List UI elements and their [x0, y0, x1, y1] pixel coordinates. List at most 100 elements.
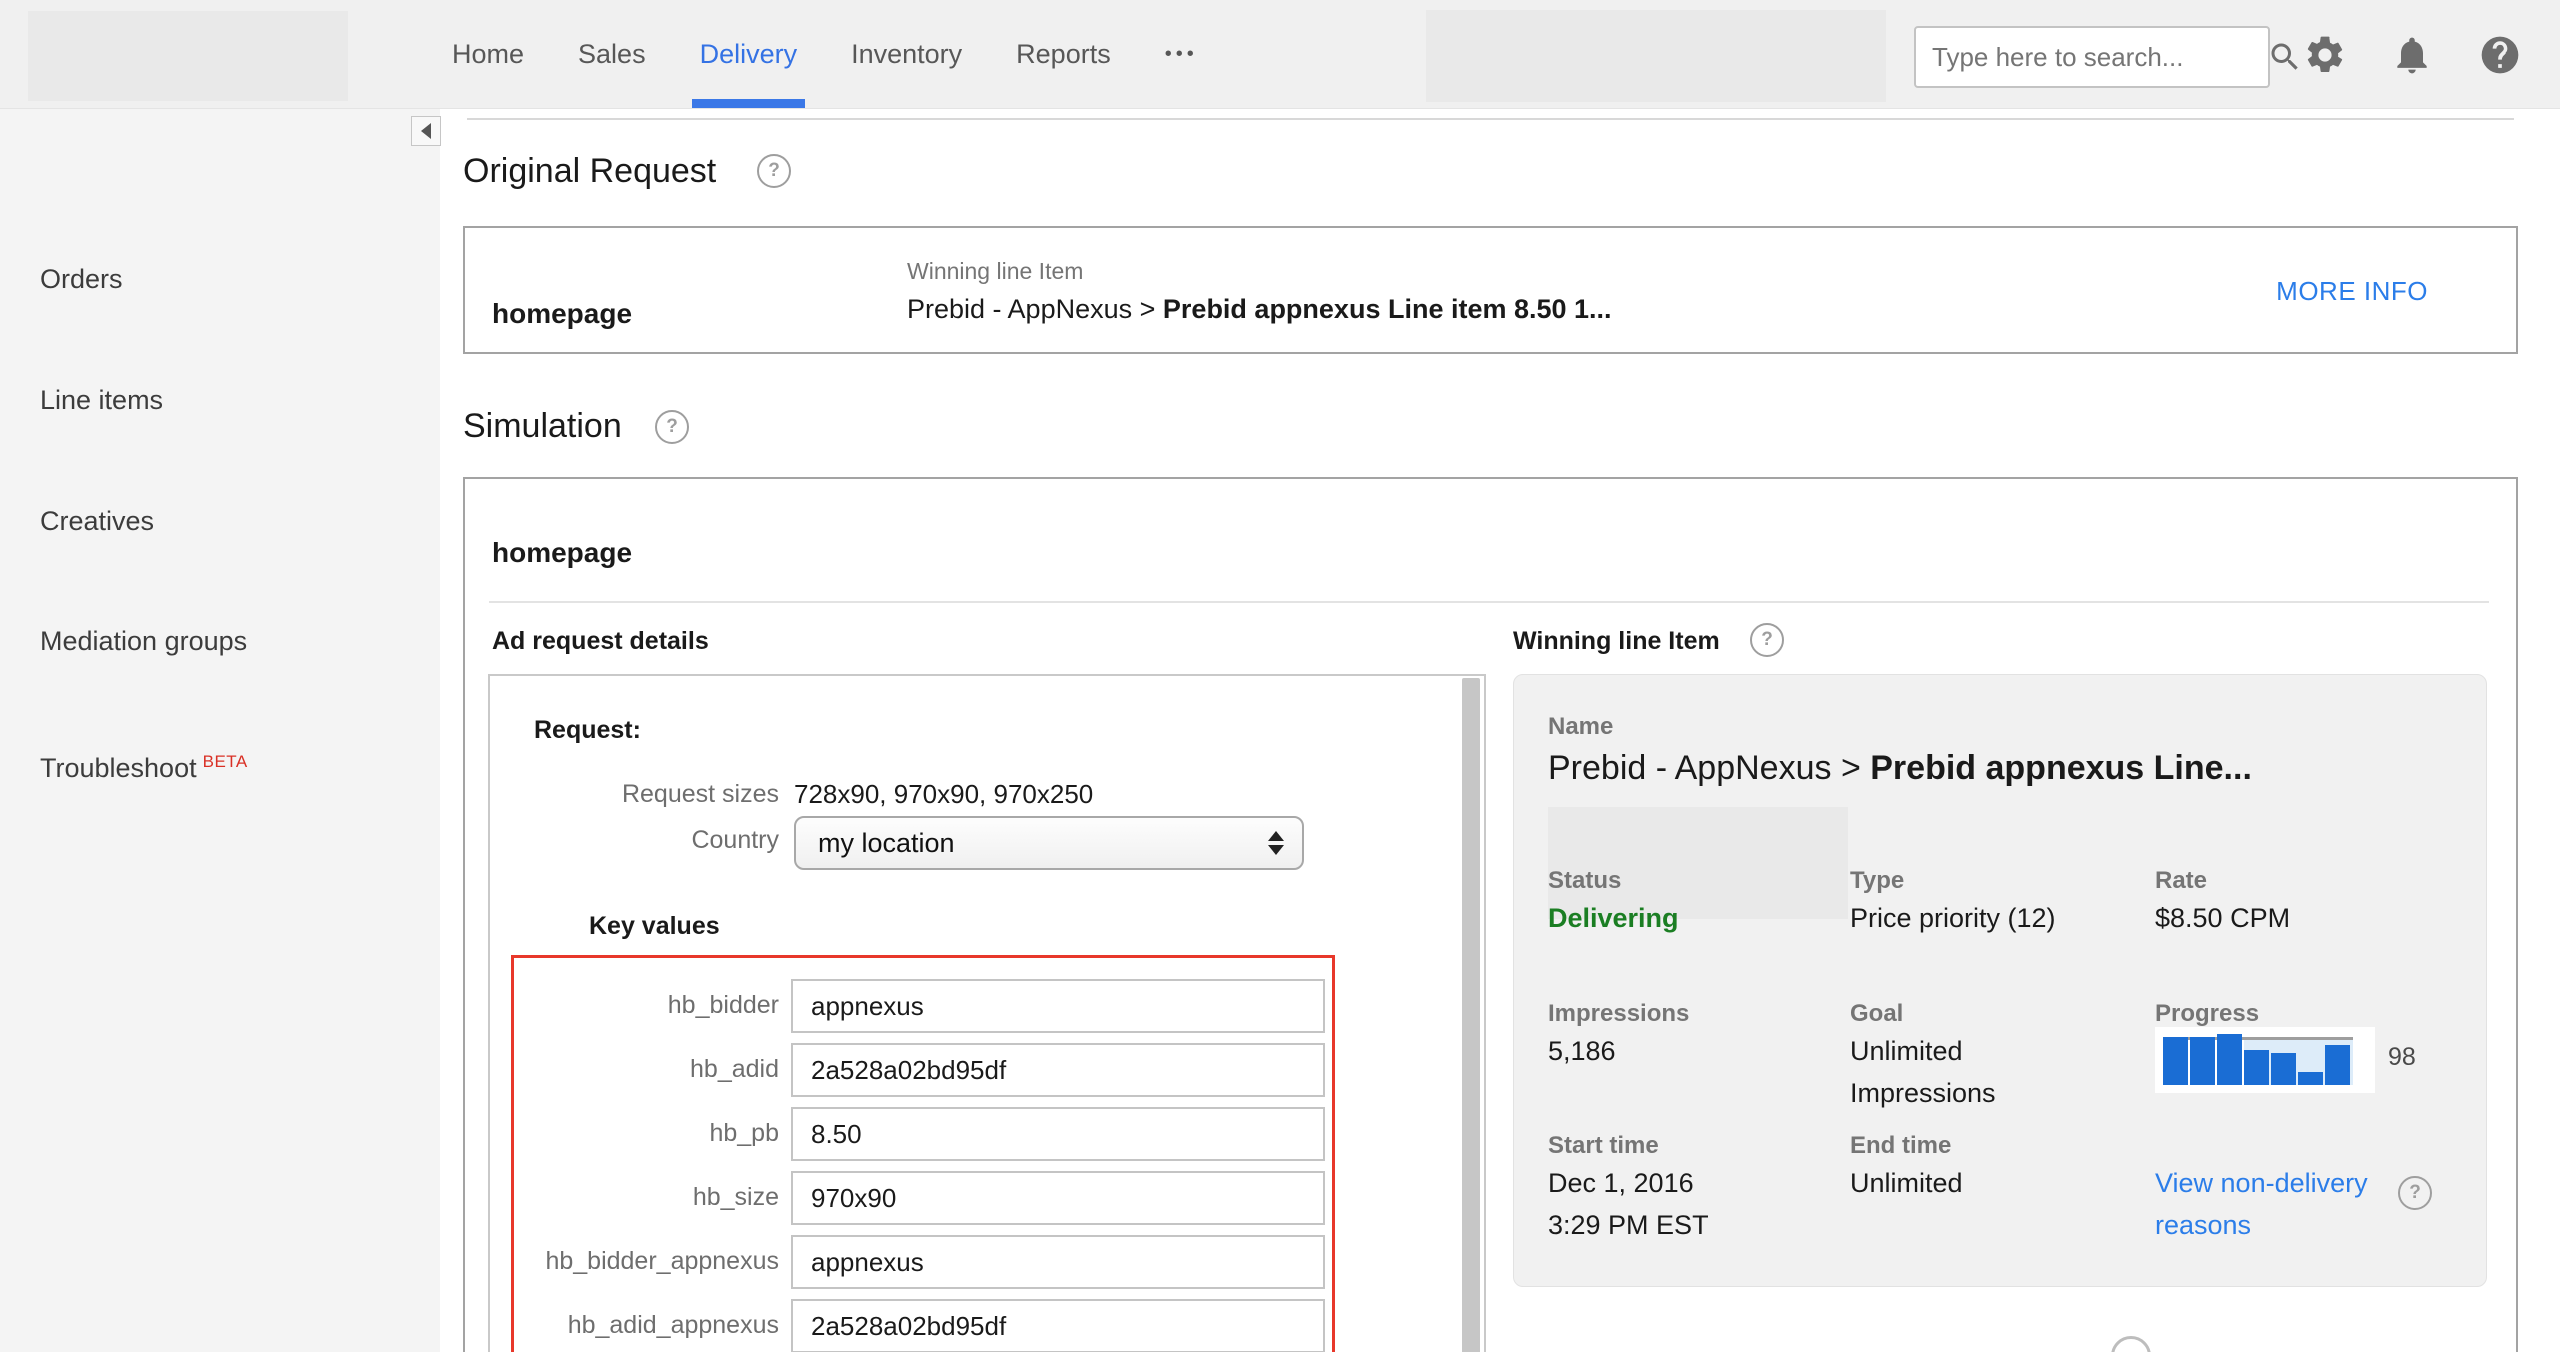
progress-bar-chart	[2155, 1027, 2375, 1093]
ad-request-details-title: Ad request details	[492, 627, 709, 656]
key-value-input[interactable]	[791, 1299, 1325, 1352]
key-values-label: Key values	[589, 912, 720, 941]
more-info-link[interactable]: MORE INFO	[2276, 276, 2428, 307]
country-label: Country	[534, 826, 779, 855]
key-value-input[interactable]	[791, 1107, 1325, 1161]
collapse-left-arrow-icon	[421, 123, 431, 139]
sidebar: Orders Line items Creatives Mediation gr…	[0, 109, 440, 1352]
goal-value: Unlimited Impressions	[1850, 1030, 2050, 1114]
request-sizes-value: 728x90, 970x90, 970x250	[794, 779, 1093, 810]
tab-home[interactable]: Home	[452, 0, 524, 108]
tab-inventory[interactable]: Inventory	[851, 0, 962, 108]
request-sizes-label: Request sizes	[534, 780, 779, 809]
sidebar-item-orders[interactable]: Orders	[40, 264, 123, 295]
key-value-input[interactable]	[791, 1043, 1325, 1097]
content-top-divider	[467, 118, 2514, 120]
impressions-label: Impressions	[1548, 1000, 1689, 1028]
name-bold: Prebid appnexus Line...	[1870, 749, 2252, 787]
simulation-help-icon[interactable]: ?	[655, 410, 689, 444]
winning-name-separator: >	[1132, 294, 1163, 324]
name-label: Name	[1548, 713, 1613, 741]
search-icon[interactable]	[2267, 30, 2303, 84]
winning-line-item-help-icon[interactable]: ?	[1750, 623, 1784, 657]
key-label: hb_size	[523, 1183, 779, 1212]
type-value: Price priority (12)	[1850, 897, 2056, 939]
impressions-value: 5,186	[1548, 1030, 1616, 1072]
request-label: Request:	[534, 716, 641, 745]
winning-line-item-panel: Name Prebid - AppNexus > Prebid appnexus…	[1513, 674, 2487, 1287]
winning-line-item-label: Winning line Item	[907, 258, 1083, 285]
progress-bar	[2325, 1045, 2350, 1085]
ad-unit-name: homepage	[492, 537, 632, 569]
view-non-delivery-reasons-link[interactable]: View non-delivery reasons	[2155, 1162, 2415, 1246]
help-icon[interactable]	[2477, 32, 2523, 78]
progress-bar	[2244, 1050, 2269, 1085]
ad-unit-name: homepage	[492, 298, 632, 330]
progress-bar	[2298, 1072, 2323, 1085]
tab-reports[interactable]: Reports	[1016, 0, 1111, 108]
tab-delivery[interactable]: Delivery	[700, 0, 798, 108]
beta-badge: BETA	[203, 752, 248, 771]
key-label: hb_pb	[523, 1119, 779, 1148]
search-input[interactable]	[1916, 42, 2267, 73]
name-separator: >	[1832, 749, 1871, 787]
key-value-input[interactable]	[791, 979, 1325, 1033]
status-label: Status	[1548, 867, 1621, 895]
winning-name-prefix: Prebid - AppNexus	[907, 294, 1132, 324]
progress-bar	[2217, 1034, 2242, 1085]
sidebar-item-troubleshoot[interactable]: Troubleshoot BETA	[40, 752, 248, 784]
sidebar-item-line-items[interactable]: Line items	[40, 385, 163, 416]
end-time-label: End time	[1850, 1132, 1951, 1160]
start-time-value: Dec 1, 2016 3:29 PM EST	[1548, 1162, 1748, 1246]
sidebar-item-mediation-groups[interactable]: Mediation groups	[40, 626, 247, 657]
original-request-card: homepage Winning line Item Prebid - AppN…	[463, 226, 2518, 354]
simulation-title: Simulation	[463, 407, 622, 446]
key-label: hb_bidder_appnexus	[523, 1247, 779, 1276]
ad-request-details-panel: Request: Request sizes 728x90, 970x90, 9…	[488, 674, 1486, 1352]
type-label: Type	[1850, 867, 1904, 895]
select-updown-icon	[1268, 831, 1284, 855]
original-request-help-icon[interactable]: ?	[757, 154, 791, 188]
winning-line-item-value: Prebid - AppNexus > Prebid appnexus Line…	[907, 294, 1612, 325]
progress-value: 98	[2388, 1043, 2416, 1072]
country-select-value: my location	[796, 828, 1268, 859]
end-time-value: Unlimited	[1850, 1162, 1963, 1204]
progress-bar	[2271, 1053, 2296, 1085]
winning-line-item-title: Winning line Item	[1513, 627, 1720, 656]
logo-placeholder	[28, 11, 348, 101]
key-value-input[interactable]	[791, 1171, 1325, 1225]
progress-label: Progress	[2155, 1000, 2259, 1028]
simulation-card: homepage Ad request details Winning line…	[463, 477, 2518, 1352]
key-value-input[interactable]	[791, 1235, 1325, 1289]
sidebar-collapse-button[interactable]	[411, 116, 441, 146]
search-box	[1914, 26, 2270, 88]
line-item-name: Prebid - AppNexus > Prebid appnexus Line…	[1548, 749, 2252, 788]
troubleshoot-label: Troubleshoot	[40, 753, 197, 783]
goal-label: Goal	[1850, 1000, 1903, 1028]
more-tabs-icon[interactable]: •••	[1165, 0, 1198, 108]
page: Home Sales Delivery Inventory Reports ••…	[0, 0, 2560, 1352]
key-label: hb_adid_appnexus	[523, 1311, 779, 1340]
notifications-bell-icon[interactable]	[2389, 32, 2435, 78]
top-bar: Home Sales Delivery Inventory Reports ••…	[0, 0, 2560, 109]
original-request-title: Original Request	[463, 152, 716, 191]
rate-value: $8.50 CPM	[2155, 897, 2290, 939]
rate-label: Rate	[2155, 867, 2207, 895]
key-label: hb_bidder	[523, 991, 779, 1020]
country-select[interactable]: my location	[794, 816, 1304, 870]
vertical-scrollbar[interactable]	[1462, 678, 1480, 1352]
tab-sales[interactable]: Sales	[578, 0, 646, 108]
status-value: Delivering	[1548, 897, 1679, 939]
settings-gear-icon[interactable]	[2302, 32, 2348, 78]
primary-nav: Home Sales Delivery Inventory Reports ••…	[452, 0, 1198, 108]
key-label: hb_adid	[523, 1055, 779, 1084]
progress-bar	[2190, 1037, 2215, 1085]
divider	[489, 601, 2489, 603]
winning-name-bold: Prebid appnexus Line item 8.50 1...	[1163, 294, 1612, 324]
progress-bar	[2163, 1037, 2188, 1085]
account-placeholder	[1426, 10, 1886, 102]
start-time-label: Start time	[1548, 1132, 1659, 1160]
name-prefix: Prebid - AppNexus	[1548, 749, 1832, 787]
non-delivery-help-icon[interactable]: ?	[2398, 1176, 2432, 1210]
sidebar-item-creatives[interactable]: Creatives	[40, 506, 154, 537]
